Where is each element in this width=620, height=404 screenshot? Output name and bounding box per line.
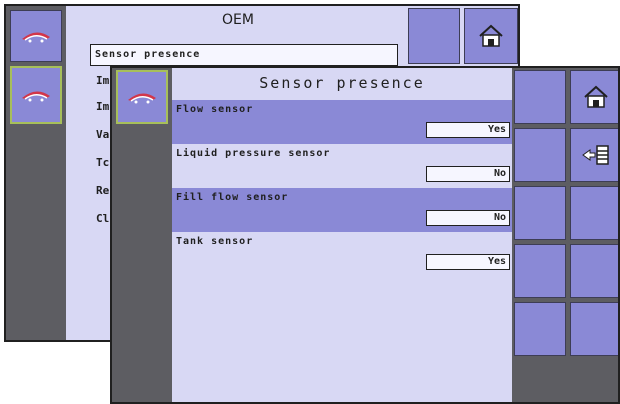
sprayer-active-button[interactable] — [116, 70, 168, 124]
menu-item[interactable]: Cl — [96, 212, 109, 225]
home-icon — [584, 85, 608, 108]
home-button[interactable] — [464, 8, 518, 64]
blank-button[interactable] — [514, 244, 566, 298]
page-title: OEM — [222, 12, 254, 28]
blank-button[interactable] — [514, 128, 566, 182]
blank-button[interactable] — [514, 186, 566, 240]
menu-item[interactable]: Tc — [96, 156, 109, 169]
blank-button[interactable] — [514, 302, 566, 356]
setting-row-flow-sensor[interactable]: Flow sensor Yes — [172, 100, 512, 144]
home-button[interactable] — [570, 70, 618, 124]
left-sidebar — [6, 6, 66, 340]
home-icon — [479, 24, 503, 47]
menu-item[interactable]: Im — [96, 74, 109, 87]
sprayer-icon — [22, 32, 50, 43]
sprayer-icon — [22, 91, 50, 102]
setting-label: Liquid pressure sensor — [176, 148, 331, 159]
page-title: Sensor presence — [259, 74, 425, 92]
back-list-icon — [582, 145, 609, 165]
menu-item[interactable]: Va — [96, 128, 109, 141]
blank-button[interactable] — [408, 8, 460, 64]
setting-label: Fill flow sensor — [176, 192, 289, 203]
setting-value[interactable]: Yes — [426, 254, 510, 270]
blank-button[interactable] — [570, 244, 618, 298]
setting-value[interactable]: Yes — [426, 122, 510, 138]
setting-row-tank-sensor[interactable]: Tank sensor Yes — [172, 232, 512, 276]
blank-button[interactable] — [514, 70, 566, 124]
sprayer-icon — [128, 93, 156, 104]
blank-button[interactable] — [570, 186, 618, 240]
sprayer-active-button[interactable] — [10, 66, 62, 124]
sensor-presence-field[interactable]: Sensor presence — [90, 44, 398, 66]
sensor-presence-screen: Sensor presence Flow sensor Yes Liquid p… — [110, 66, 620, 404]
setting-row-fill-flow-sensor[interactable]: Fill flow sensor No — [172, 188, 512, 232]
setting-value[interactable]: No — [426, 166, 510, 182]
menu-item[interactable]: Re — [96, 184, 109, 197]
blank-button[interactable] — [570, 302, 618, 356]
setting-label: Tank sensor — [176, 236, 254, 247]
menu-item[interactable]: Im — [96, 100, 109, 113]
sprayer-button[interactable] — [10, 10, 62, 62]
back-button[interactable] — [570, 128, 618, 182]
setting-label: Flow sensor — [176, 104, 254, 115]
setting-row-liquid-pressure-sensor[interactable]: Liquid pressure sensor No — [172, 144, 512, 188]
right-button-bar — [512, 68, 618, 402]
left-sidebar — [112, 68, 172, 402]
setting-value[interactable]: No — [426, 210, 510, 226]
